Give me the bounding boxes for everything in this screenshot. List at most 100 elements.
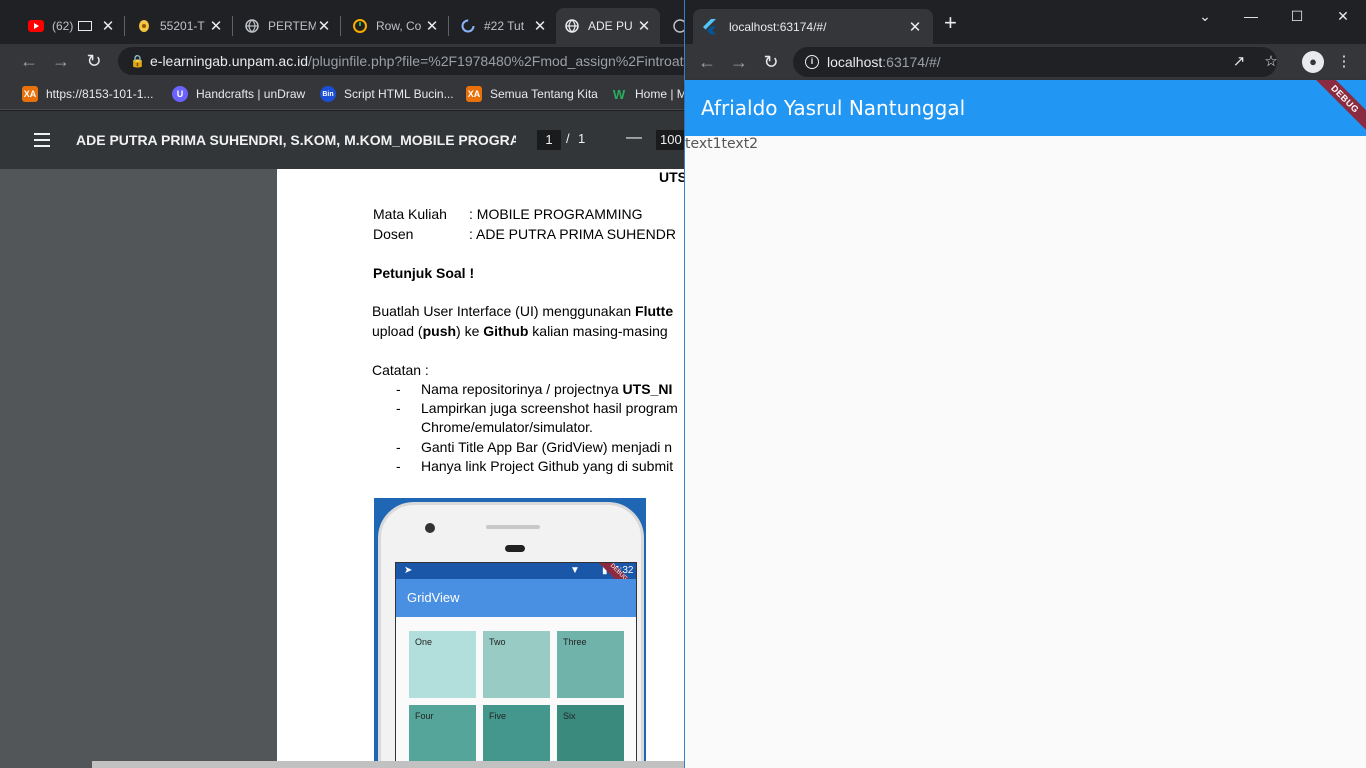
close-icon[interactable]: ✕	[100, 17, 116, 35]
left-tab-strip: (62) ✕ 55201-T ✕ PERTEM ✕ Row, Co ✕ #22 …	[0, 0, 700, 44]
bookmark-item[interactable]: U Handcrafts | unDraw	[172, 84, 305, 104]
maximize-button[interactable]: ☐	[1287, 8, 1307, 24]
camera-icon	[425, 523, 435, 533]
back-icon[interactable]: ←	[18, 50, 40, 72]
text-run: kalian masing-masing	[528, 323, 668, 339]
window-close-button[interactable]: ✕	[1333, 8, 1353, 24]
bullet: -	[396, 458, 401, 474]
note-item: Hanya link Project Github yang di submit	[421, 458, 674, 474]
undraw-icon: U	[172, 86, 188, 102]
menu-kebab-icon[interactable]: ⋮	[1335, 53, 1353, 71]
grid-tile: Four	[409, 705, 476, 761]
minimize-button[interactable]: —	[1241, 8, 1261, 24]
right-tab-strip: localhost:63174/#/ ✕ + ⌄ — ☐ ✕	[685, 0, 1366, 44]
tab-ade-putra-active[interactable]: ADE PU ✕	[556, 8, 660, 44]
w-icon: W	[612, 86, 626, 102]
text-run: upload (	[372, 323, 423, 339]
close-icon[interactable]: ✕	[907, 18, 923, 36]
tab-pertemuan[interactable]: PERTEM ✕	[236, 8, 340, 44]
forward-icon[interactable]: →	[50, 50, 72, 72]
grid-tile: Two	[483, 631, 550, 698]
reload-icon[interactable]: ↻	[83, 50, 105, 72]
bookmark-item[interactable]: W Home | M	[611, 84, 687, 104]
close-icon[interactable]: ✕	[532, 17, 548, 35]
tab-row-column[interactable]: Row, Co ✕	[344, 8, 448, 44]
tab-divider	[124, 16, 125, 36]
address-bar[interactable]: 🔒 e-learningab.unpam.ac.id/pluginfile.ph…	[118, 47, 698, 75]
tab-label: (62)	[52, 19, 74, 33]
tab-search-icon[interactable]: ⌄	[1195, 8, 1215, 24]
tab-label: localhost:63174/#/	[729, 19, 827, 34]
close-icon[interactable]: ✕	[208, 17, 224, 35]
note-item: Ganti Title App Bar (GridView) menjadi n	[421, 439, 673, 455]
url-host: e-learningab.unpam.ac.id	[150, 53, 308, 69]
right-browser-window: localhost:63174/#/ ✕ + ⌄ — ☐ ✕ ← → ↻ i l…	[684, 0, 1366, 768]
flutter-icon	[703, 18, 719, 35]
tab-media-icon	[78, 21, 92, 31]
text-run-bold: push	[422, 323, 457, 339]
grid-tile: Six	[557, 705, 624, 761]
tab-divider	[448, 16, 449, 36]
close-icon[interactable]: ✕	[424, 17, 440, 35]
bullet: -	[396, 439, 401, 455]
bookmark-label: Script HTML Bucin...	[344, 87, 454, 101]
url-path: :63174/#/	[882, 54, 941, 70]
page-number-input[interactable]: 1	[537, 130, 561, 150]
phone-body: ➤ ▼ ▮ 5:32 DEBUG GridView One Two Three …	[378, 502, 644, 761]
reload-icon[interactable]: ↻	[760, 51, 782, 73]
horizontal-scrollbar[interactable]	[92, 761, 684, 768]
text-widget-2: text2	[721, 136, 759, 152]
flutter-docs-icon	[352, 18, 368, 34]
grid-tile: One	[409, 631, 476, 698]
close-icon[interactable]: ✕	[636, 17, 652, 35]
run-icon: ➤	[404, 565, 413, 576]
tab-divider	[232, 16, 233, 36]
bookmark-star-icon[interactable]: ☆	[1262, 53, 1280, 71]
tab-label: PERTEM	[268, 19, 316, 33]
debug-banner: DEBUG	[1308, 80, 1366, 136]
pdf-toolbar: ADE PUTRA PRIMA SUHENDRI, S.KOM, M.KOM_M…	[0, 111, 696, 169]
tab-55201[interactable]: 55201-T ✕	[128, 8, 232, 44]
flutter-app-bar: Afrialdo Yasrul Nantunggal DEBUG	[685, 80, 1366, 136]
phone-screenshot-image: ➤ ▼ ▮ 5:32 DEBUG GridView One Two Three …	[374, 498, 646, 761]
back-icon[interactable]: ←	[696, 51, 718, 73]
note-item: Nama repositorinya / projectnya UTS_NI	[421, 381, 672, 397]
bookmark-item[interactable]: XA Semua Tentang Kita	[466, 84, 598, 104]
tab-youtube[interactable]: (62) ✕	[20, 8, 124, 44]
app-bar-title: Afrialdo Yasrul Nantunggal	[701, 96, 966, 120]
wifi-icon: ▼	[570, 565, 580, 576]
doc-heading: UTS	[659, 169, 687, 185]
profile-avatar-icon[interactable]: ●	[1302, 51, 1324, 73]
flutter-body: text1 text2	[685, 136, 1366, 768]
text-run-bold: Github	[483, 323, 529, 339]
grid-tile: Five	[483, 705, 550, 761]
globe-icon	[244, 18, 260, 34]
tab-tutorial[interactable]: #22 Tut ✕	[452, 8, 556, 44]
bookmark-item[interactable]: XA https://8153-101-1...	[22, 84, 153, 104]
address-bar[interactable]: i localhost:63174/#/	[793, 47, 1277, 77]
bullet: -	[396, 381, 401, 397]
site-icon	[136, 18, 152, 34]
speaker-grille	[486, 525, 540, 529]
bookmark-item[interactable]: Bin Script HTML Bucin...	[320, 84, 454, 104]
notes-heading: Catatan :	[372, 362, 429, 378]
tab-localhost[interactable]: localhost:63174/#/ ✕	[693, 9, 933, 44]
text-run-bold: UTS_NI	[622, 381, 673, 397]
lecturer-label: Dosen	[373, 226, 414, 242]
bookmarks-bar: XA https://8153-101-1... U Handcrafts | …	[0, 78, 687, 110]
close-icon[interactable]: ✕	[316, 17, 332, 35]
instructions-line-2: upload (push) ke Github kalian masing-ma…	[372, 323, 668, 339]
forward-icon[interactable]: →	[728, 51, 750, 73]
zoom-out-button[interactable]: —	[626, 129, 642, 147]
course-value: : MOBILE PROGRAMMING	[469, 206, 643, 222]
menu-icon[interactable]	[34, 133, 50, 147]
script-icon: Bin	[320, 86, 336, 102]
text-run: ) ke	[456, 323, 484, 339]
note-item: Lampirkan juga screenshot hasil program	[421, 400, 678, 416]
course-label: Mata Kuliah	[373, 206, 447, 222]
text-run: Buatlah User Interface (UI) menggunakan	[372, 303, 636, 319]
lecturer-value: : ADE PUTRA PRIMA SUHENDR	[469, 226, 676, 242]
new-tab-button[interactable]: +	[944, 12, 957, 34]
note-item: Chrome/emulator/simulator.	[421, 419, 593, 435]
share-icon[interactable]: ↗	[1230, 53, 1248, 71]
